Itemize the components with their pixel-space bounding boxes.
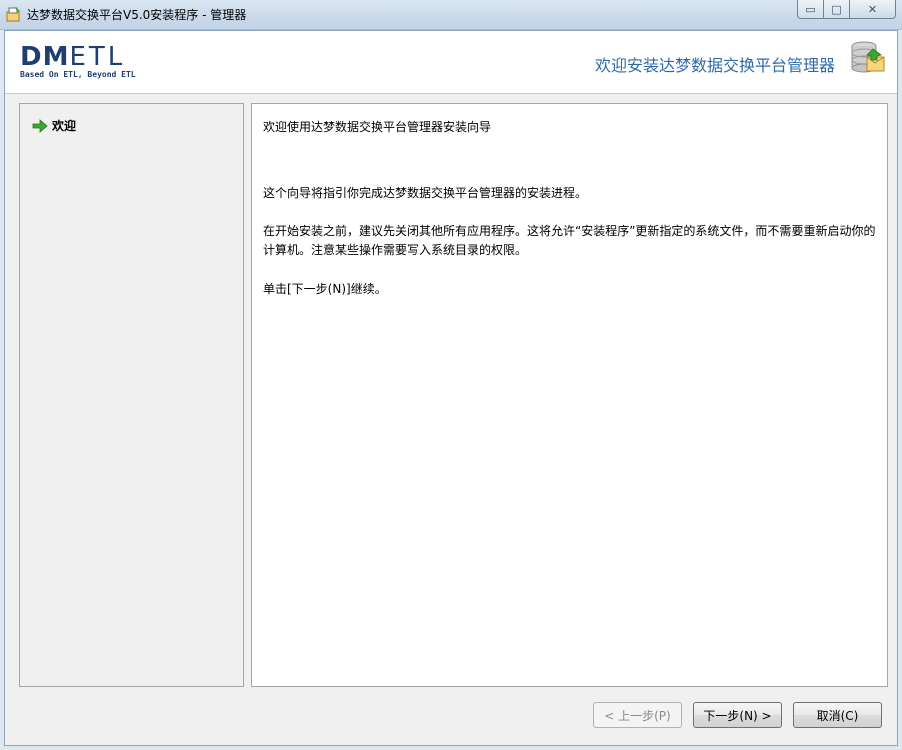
close-icon: ✕: [867, 2, 878, 16]
next-button[interactable]: 下一步(N) >: [693, 702, 782, 728]
minimize-icon: ▭: [805, 2, 816, 16]
intro-paragraph: 这个向导将指引你完成达梦数据交换平台管理器的安装进程。: [263, 186, 588, 200]
back-button[interactable]: < 上一步(P): [593, 702, 682, 728]
maximize-icon: □: [831, 2, 842, 16]
content-panel: 欢迎使用达梦数据交换平台管理器安装向导 这个向导将指引你完成达梦数据交换平台管理…: [251, 103, 888, 687]
welcome-heading: 欢迎使用达梦数据交换平台管理器安装向导: [263, 120, 492, 134]
maximize-button[interactable]: □: [824, 0, 850, 19]
logo-wordmark: DMETL: [20, 43, 125, 71]
minimize-button[interactable]: ▭: [797, 0, 824, 19]
database-install-icon: [851, 41, 885, 73]
advice-paragraph: 在开始安装之前，建议先关闭其他所有应用程序。这将允许“安装程序”更新指定的系统文…: [263, 224, 876, 257]
installer-app-icon: [6, 7, 20, 22]
title-bar: 达梦数据交换平台V5.0安装程序 - 管理器 ▭ □ ✕: [0, 0, 902, 30]
installer-window: DMETL Based On ETL, Beyond ETL 欢迎安装达梦数据交…: [4, 30, 898, 746]
steps-sidebar: 欢迎: [19, 103, 244, 687]
logo-bold-part: DM: [20, 42, 70, 72]
logo-tagline: Based On ETL, Beyond ETL: [20, 70, 136, 79]
header-banner: DMETL Based On ETL, Beyond ETL 欢迎安装达梦数据交…: [5, 31, 897, 94]
dmetl-logo: DMETL Based On ETL, Beyond ETL: [20, 43, 150, 79]
window-title: 达梦数据交换平台V5.0安装程序 - 管理器: [27, 8, 247, 22]
green-arrow-icon: [32, 118, 48, 133]
sidebar-item-label: 欢迎: [52, 119, 77, 133]
logo-thin-part: ETL: [69, 42, 126, 72]
window-controls: ▭ □ ✕: [797, 0, 896, 20]
close-button[interactable]: ✕: [850, 0, 896, 19]
continue-instruction: 单击[下一步(N)]继续。: [263, 282, 387, 296]
header-title: 欢迎安装达梦数据交换平台管理器: [594, 56, 835, 75]
cancel-button[interactable]: 取消(C): [793, 702, 882, 728]
sidebar-item-welcome[interactable]: 欢迎: [32, 117, 76, 134]
